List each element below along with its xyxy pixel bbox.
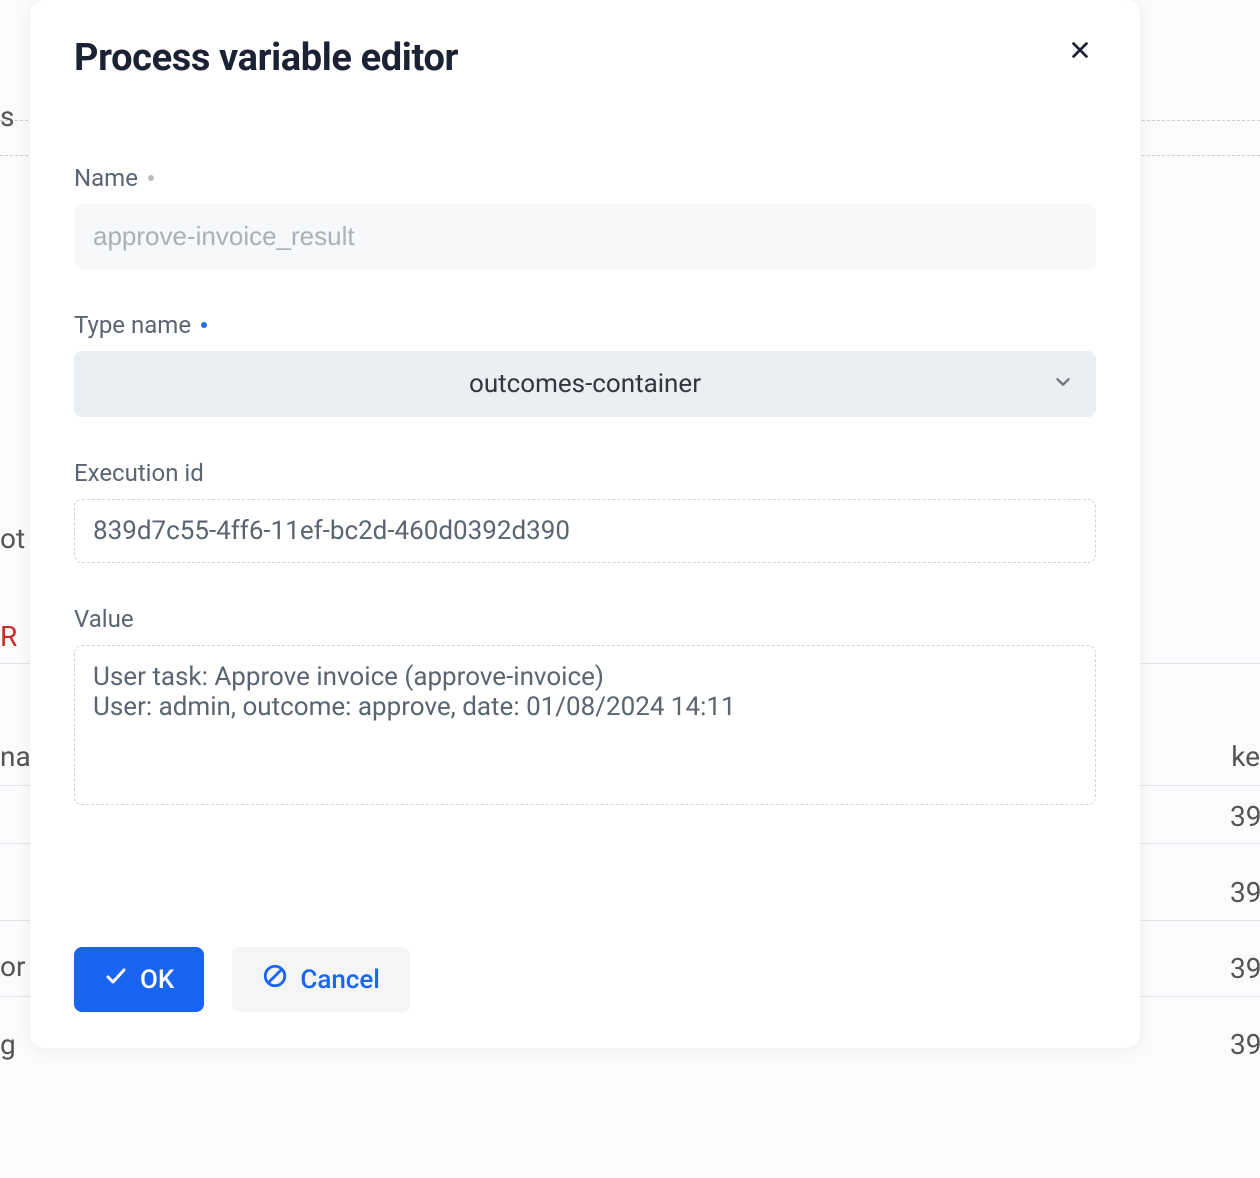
bg-text: 39: [1230, 952, 1260, 985]
type-name-selected-value: outcomes-container: [469, 369, 701, 399]
type-name-select-wrap: outcomes-container: [74, 351, 1096, 417]
bg-text: ke: [1230, 740, 1260, 773]
name-label: Name: [74, 164, 1096, 192]
type-name-label: Type name: [74, 311, 1096, 339]
execution-id-value: 839d7c55-4ff6-11ef-bc2d-460d0392d390: [74, 499, 1096, 563]
close-button[interactable]: [1064, 36, 1096, 68]
bg-text: or: [0, 950, 30, 983]
bg-text: R: [0, 620, 30, 653]
execution-id-field: Execution id 839d7c55-4ff6-11ef-bc2d-460…: [74, 459, 1096, 563]
dialog-footer: OK Cancel: [74, 907, 1096, 1012]
bg-text: 39: [1230, 876, 1260, 909]
dialog-header: Process variable editor: [74, 36, 1096, 80]
cancel-button-label: Cancel: [300, 965, 380, 995]
process-variable-editor-dialog: Process variable editor Name Type name o…: [30, 0, 1140, 1048]
dialog-title: Process variable editor: [74, 36, 458, 80]
bg-text: g: [0, 1028, 30, 1061]
close-icon: [1069, 39, 1091, 65]
dot-icon: [148, 175, 154, 181]
check-icon: [104, 964, 128, 995]
bg-text: 39: [1230, 800, 1260, 833]
prohibit-icon: [262, 963, 288, 996]
name-field: Name: [74, 164, 1096, 269]
type-name-select[interactable]: outcomes-container: [74, 351, 1096, 417]
value-content: User task: Approve invoice (approve-invo…: [74, 645, 1096, 805]
value-label-text: Value: [74, 605, 134, 633]
cancel-button[interactable]: Cancel: [232, 947, 410, 1012]
ok-button-label: OK: [140, 965, 174, 995]
type-name-field: Type name outcomes-container: [74, 311, 1096, 417]
type-name-label-text: Type name: [74, 311, 191, 339]
execution-id-label-text: Execution id: [74, 459, 204, 487]
name-input: [74, 204, 1096, 269]
bg-text: na: [0, 740, 30, 773]
dot-icon: [201, 322, 207, 328]
bg-text: 39: [1230, 1028, 1260, 1061]
name-label-text: Name: [74, 164, 138, 192]
ok-button[interactable]: OK: [74, 947, 204, 1012]
value-label: Value: [74, 605, 1096, 633]
value-field: Value User task: Approve invoice (approv…: [74, 605, 1096, 805]
bg-text: s: [0, 100, 30, 133]
bg-text: ot: [0, 522, 30, 555]
execution-id-label: Execution id: [74, 459, 1096, 487]
